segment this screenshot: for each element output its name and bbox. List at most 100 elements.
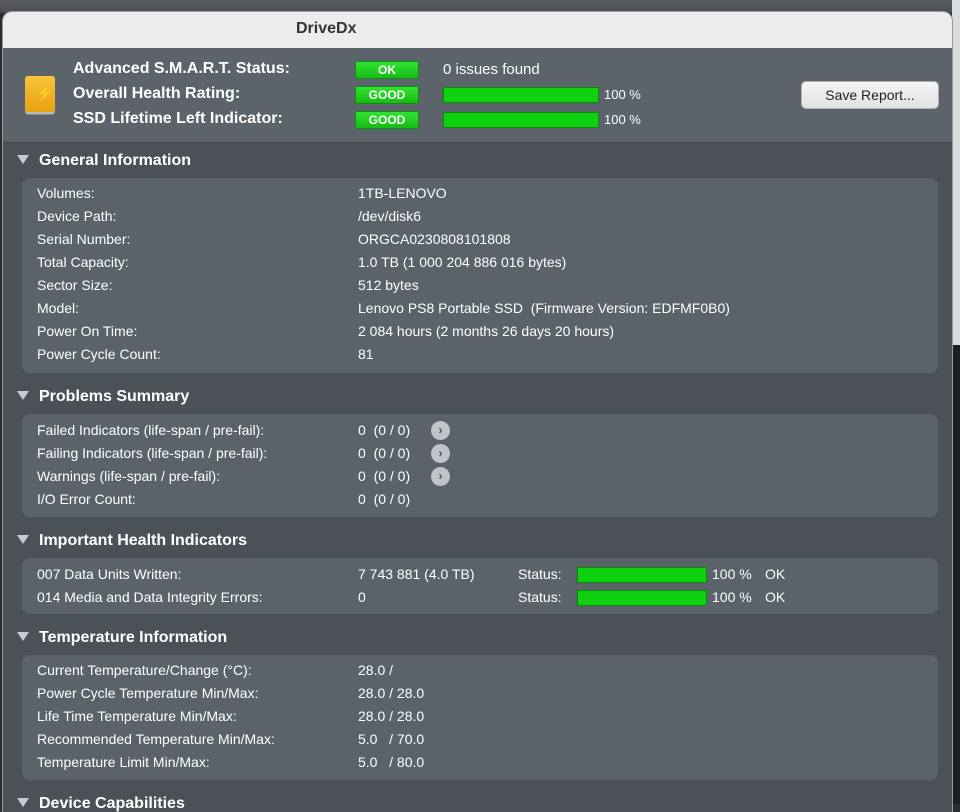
problem-key: Warnings (life-span / pre-fail):	[37, 468, 221, 484]
info-value: Lenovo PS8 Portable SSD (Firmware Versio…	[358, 300, 730, 316]
indicator-value: 0	[358, 589, 366, 605]
health-indicators-header[interactable]: Important Health Indicators	[17, 532, 247, 550]
problem-value: 0 (0 / 0)	[358, 422, 411, 438]
info-key: Serial Number:	[37, 231, 131, 247]
info-row: Volumes: 1TB-LENOVO	[37, 183, 917, 205]
temperature-value: 5.0 / 80.0	[358, 754, 425, 770]
info-row: Serial Number: ORGCA0230808101808	[37, 229, 917, 251]
info-value: /dev/disk6	[358, 208, 422, 224]
problem-row: I/O Error Count: 0 (0 / 0)	[37, 489, 917, 511]
issues-found-text: 0 issues found	[443, 61, 540, 78]
show-details-arrow-icon[interactable]: ›	[431, 467, 450, 486]
temperature-row: Temperature Limit Min/Max: 5.0 / 80.0	[37, 752, 917, 774]
smart-status-badge: OK	[355, 61, 419, 79]
indicator-key: 014 Media and Data Integrity Errors:	[37, 589, 263, 605]
disclosure-triangle-icon[interactable]	[17, 155, 29, 165]
problem-value: 0 (0 / 0)	[358, 445, 411, 461]
info-value: 1.0 TB (1 000 204 886 016 bytes)	[358, 254, 567, 270]
temperature-key: Temperature Limit Min/Max:	[37, 754, 210, 770]
info-key: Sector Size:	[37, 277, 113, 293]
problems-summary-panel: Failed Indicators (life-span / pre-fail)…	[22, 414, 938, 517]
temperature-value: 5.0 / 70.0	[358, 731, 425, 747]
temperature-info-title: Temperature Information	[39, 629, 228, 646]
info-key: Device Path:	[37, 208, 117, 224]
indicator-value: 7 743 881 (4.0 TB)	[358, 566, 475, 582]
temperature-key: Recommended Temperature Min/Max:	[37, 731, 275, 747]
status-bar	[577, 590, 707, 606]
info-row: Device Path: /dev/disk6	[37, 206, 917, 228]
problem-row: Failing Indicators (life-span / pre-fail…	[37, 443, 917, 465]
temperature-row: Recommended Temperature Min/Max: 5.0 / 70…	[37, 729, 917, 751]
disclosure-triangle-icon[interactable]	[17, 535, 29, 545]
problem-key: I/O Error Count:	[37, 491, 136, 507]
general-info-panel: Volumes: 1TB-LENOVO Device Path: /dev/disk…	[22, 178, 938, 373]
problem-key: Failed Indicators (life-span / pre-fail)…	[37, 422, 265, 438]
show-details-arrow-icon[interactable]: ›	[431, 444, 450, 463]
health-rating-badge: GOOD	[355, 86, 419, 104]
status-percent: 100 %	[712, 589, 752, 605]
title-bar[interactable]: DriveDx	[3, 12, 952, 49]
problems-summary-header[interactable]: Problems Summary	[17, 388, 189, 406]
save-report-button[interactable]: Save Report...	[801, 81, 939, 109]
lifetime-left-bar	[443, 112, 599, 128]
lifetime-left-badge: GOOD	[355, 111, 419, 129]
status-ok: OK	[765, 589, 786, 605]
external-drive-icon: ⚡	[25, 76, 55, 112]
status-bar	[577, 567, 707, 583]
problems-summary-title: Problems Summary	[39, 388, 190, 405]
info-row: Total Capacity: 1.0 TB (1 000 204 886 016…	[37, 252, 917, 274]
temperature-row: Current Temperature/Change (°C): 28.0 /	[37, 660, 917, 682]
info-key: Model:	[37, 300, 80, 316]
info-row: Power Cycle Count: 81	[37, 344, 917, 366]
temperature-value: 28.0 / 28.0	[358, 708, 425, 724]
info-value: 1TB-LENOVO	[358, 185, 447, 201]
info-value: 512 bytes	[358, 277, 419, 293]
background-window-dark-edge	[952, 345, 960, 804]
status-percent: 100 %	[712, 566, 752, 582]
health-indicators-panel: 007 Data Units Written: 7 743 881 (4.0 T…	[22, 558, 938, 614]
health-rating-percent: 100 %	[604, 87, 641, 102]
info-row: Model: Lenovo PS8 Portable SSD (Firmware …	[37, 298, 917, 320]
lifetime-left-label: SSD Lifetime Left Indicator:	[73, 110, 283, 127]
health-rating-label: Overall Health Rating:	[73, 85, 241, 102]
status-ok: OK	[765, 566, 786, 582]
info-key: Volumes:	[37, 185, 95, 201]
info-key: Power On Time:	[37, 323, 138, 339]
smart-status-label: Advanced S.M.A.R.T. Status:	[73, 60, 290, 77]
temperature-info-header[interactable]: Temperature Information	[17, 629, 227, 647]
info-value: ORGCA0230808101808	[358, 231, 511, 247]
info-key: Total Capacity:	[37, 254, 129, 270]
show-details-arrow-icon[interactable]: ›	[431, 421, 450, 440]
problem-value: 0 (0 / 0)	[358, 468, 411, 484]
problem-row: Warnings (life-span / pre-fail): 0 (0 / 0…	[37, 466, 917, 488]
window-title: DriveDx	[296, 20, 357, 37]
general-info-title: General Information	[39, 152, 192, 169]
health-rating-bar	[443, 87, 599, 103]
status-header: ⚡ Advanced S.M.A.R.T. Status: OK 0 issue…	[3, 48, 952, 143]
temperature-key: Life Time Temperature Min/Max:	[37, 708, 237, 724]
problem-key: Failing Indicators (life-span / pre-fail…	[37, 445, 268, 461]
temperature-key: Current Temperature/Change (°C):	[37, 662, 252, 678]
usb-bolt-icon: ⚡	[36, 85, 54, 101]
info-value: 2 084 hours (2 months 26 days 20 hours)	[358, 323, 615, 339]
disclosure-triangle-icon[interactable]	[17, 798, 29, 808]
temperature-row: Power Cycle Temperature Min/Max: 28.0 / 2…	[37, 683, 917, 705]
disclosure-triangle-icon[interactable]	[17, 391, 29, 401]
status-label: Status:	[518, 589, 562, 605]
problem-value: 0 (0 / 0)	[358, 491, 411, 507]
general-info-header[interactable]: General Information	[17, 152, 191, 170]
info-value: 81	[358, 346, 374, 362]
info-row: Power On Time: 2 084 hours (2 months 26 d…	[37, 321, 917, 343]
problem-row: Failed Indicators (life-span / pre-fail)…	[37, 420, 917, 442]
status-label: Status:	[518, 566, 562, 582]
indicator-key: 007 Data Units Written:	[37, 566, 182, 582]
info-row: Sector Size: 512 bytes	[37, 275, 917, 297]
drivedx-window: DriveDx ⚡ Advanced S.M.A.R.T. Status: OK…	[3, 12, 952, 812]
disclosure-triangle-icon[interactable]	[17, 632, 29, 642]
indicator-row: 007 Data Units Written: 7 743 881 (4.0 T…	[37, 564, 917, 586]
temperature-key: Power Cycle Temperature Min/Max:	[37, 685, 259, 701]
info-key: Power Cycle Count:	[37, 346, 161, 362]
lifetime-left-percent: 100 %	[604, 112, 641, 127]
temperature-row: Life Time Temperature Min/Max: 28.0 / 28.…	[37, 706, 917, 728]
indicator-row: 014 Media and Data Integrity Errors: 0 S…	[37, 587, 917, 609]
